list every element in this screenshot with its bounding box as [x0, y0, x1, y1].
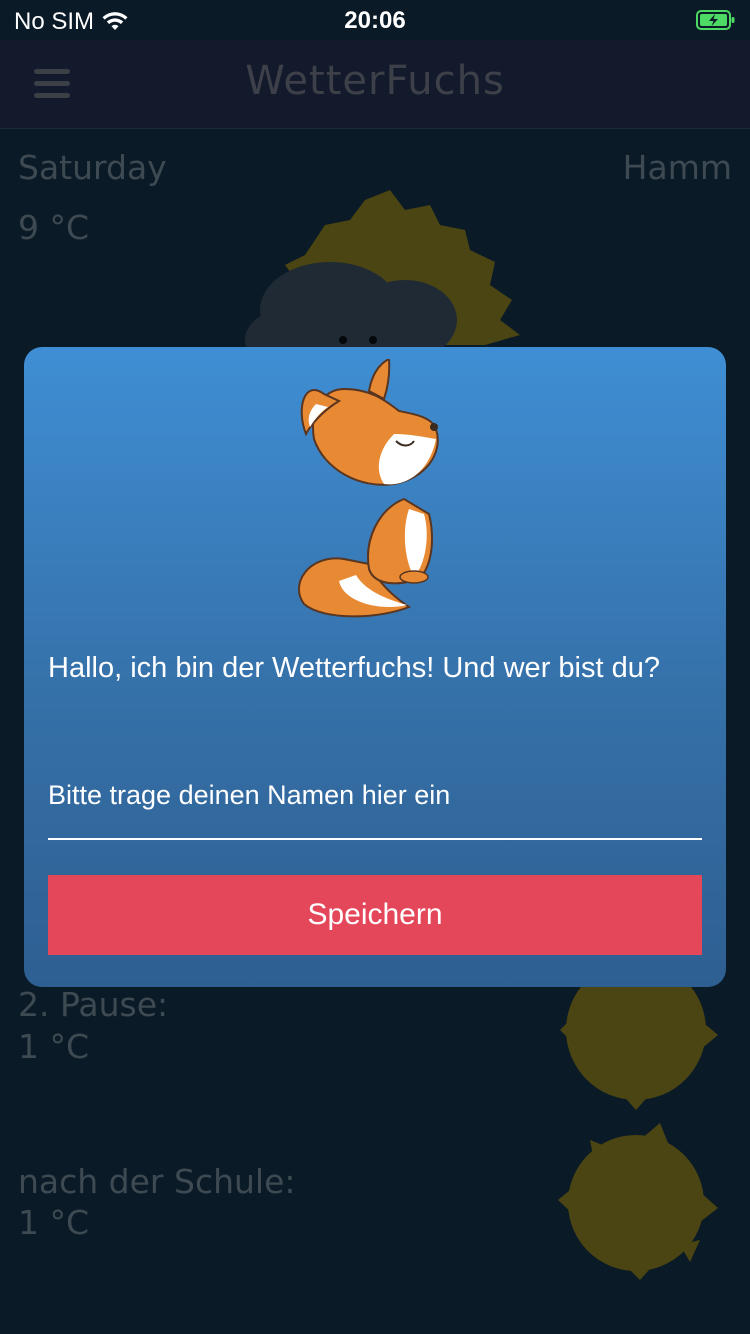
- after-school-label: nach der Schule:: [18, 1162, 296, 1201]
- after-school-temp: 1 °C: [18, 1203, 90, 1242]
- save-button[interactable]: Speichern: [48, 875, 702, 955]
- fox-icon: [298, 359, 439, 618]
- pause-label: 2. Pause:: [18, 985, 169, 1024]
- city-label: Hamm: [622, 148, 732, 187]
- greeting-text: Hallo, ich bin der Wetterfuchs! Und wer …: [48, 652, 660, 684]
- current-temp: 9 °C: [18, 208, 90, 247]
- name-dialog: Hallo, ich bin der Wetterfuchs! Und wer …: [24, 347, 726, 987]
- cloud-eye-left-icon: [339, 336, 347, 344]
- sun-icon: [558, 1123, 718, 1280]
- name-input[interactable]: [48, 752, 702, 840]
- cloud-eye-right-icon: [369, 336, 377, 344]
- day-label: Saturday: [18, 148, 167, 187]
- pause-temp: 1 °C: [18, 1027, 90, 1066]
